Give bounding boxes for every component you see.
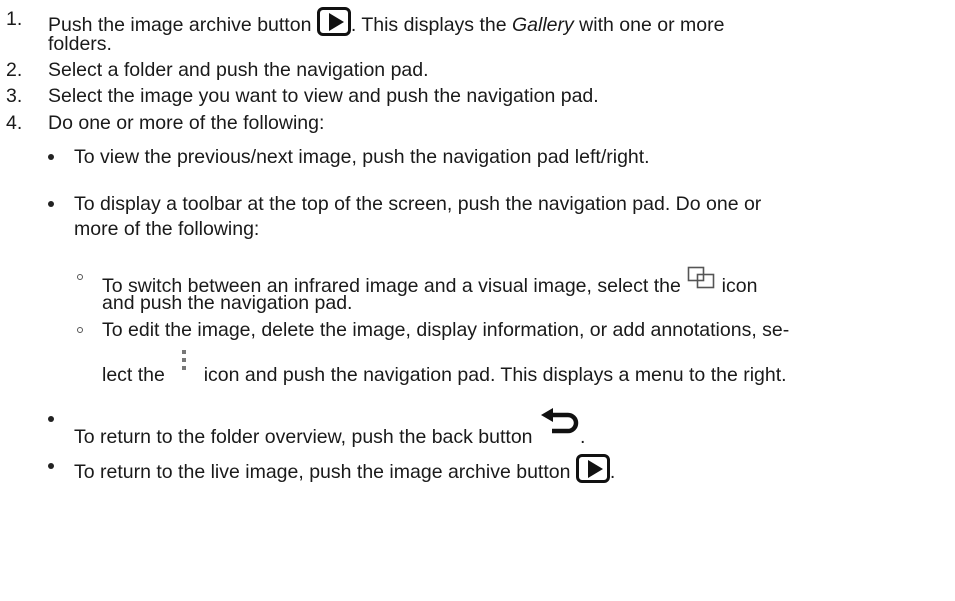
image-archive-button-icon: [575, 454, 610, 483]
back-arrow-icon: [540, 408, 579, 434]
vertical-dots-icon: [182, 350, 187, 370]
bullet-3-text: To return to the folder overview, push t…: [74, 407, 585, 449]
step-2-text: Select a folder and push the navigation …: [48, 59, 429, 81]
step-2-number: 2.: [6, 59, 23, 81]
bullet-2-line2: more of the following:: [74, 218, 260, 240]
sub-bullet-2-line2: lect the icon and push the navigation pa…: [102, 347, 787, 387]
gallery-term: Gallery: [511, 14, 574, 36]
bullet-4-post: .: [609, 461, 616, 483]
bullet-marker: [48, 463, 54, 469]
step-1-post-b: with one or more: [573, 14, 725, 36]
bullet-3-pre: To return to the folder overview, push t…: [74, 426, 533, 448]
image-archive-button-icon: [316, 7, 351, 36]
bullet-2-line1: To display a toolbar at the top of the s…: [74, 193, 762, 215]
sub-bullet-1-line2: and push the navigation pad.: [102, 292, 353, 314]
step-4-number: 4.: [6, 112, 23, 134]
overlapping-squares-icon: [687, 266, 715, 289]
sub-bullet-marker: [77, 327, 83, 333]
step-3-number: 3.: [6, 85, 23, 107]
bullet-4-text: To return to the live image, push the im…: [74, 454, 615, 484]
step-4-text: Do one or more of the following:: [48, 112, 325, 134]
step-1-continuation: folders.: [48, 33, 112, 55]
bullet-marker: [48, 154, 54, 160]
step-1-post-a: . This displays the: [350, 14, 512, 36]
sub-bullet-2-line1: To edit the image, delete the image, dis…: [102, 319, 790, 341]
sub-bullet-2-post: icon and push the navigation pad. This d…: [203, 364, 787, 386]
bullet-4-pre: To return to the live image, push the im…: [74, 461, 571, 483]
bullet-1-text: To view the previous/next image, push th…: [74, 146, 650, 168]
step-3-text: Select the image you want to view and pu…: [48, 85, 599, 107]
sub-bullet-marker: [77, 274, 83, 280]
bullet-3-post: .: [579, 426, 586, 448]
bullet-marker: [48, 201, 54, 207]
bullet-marker: [48, 416, 54, 422]
sub-bullet-1-post: icon: [721, 275, 758, 297]
step-1-text: Push the image archive button . This dis…: [48, 7, 724, 37]
sub-bullet-2-pre: lect the: [102, 364, 165, 386]
step-1-number: 1.: [6, 8, 23, 30]
